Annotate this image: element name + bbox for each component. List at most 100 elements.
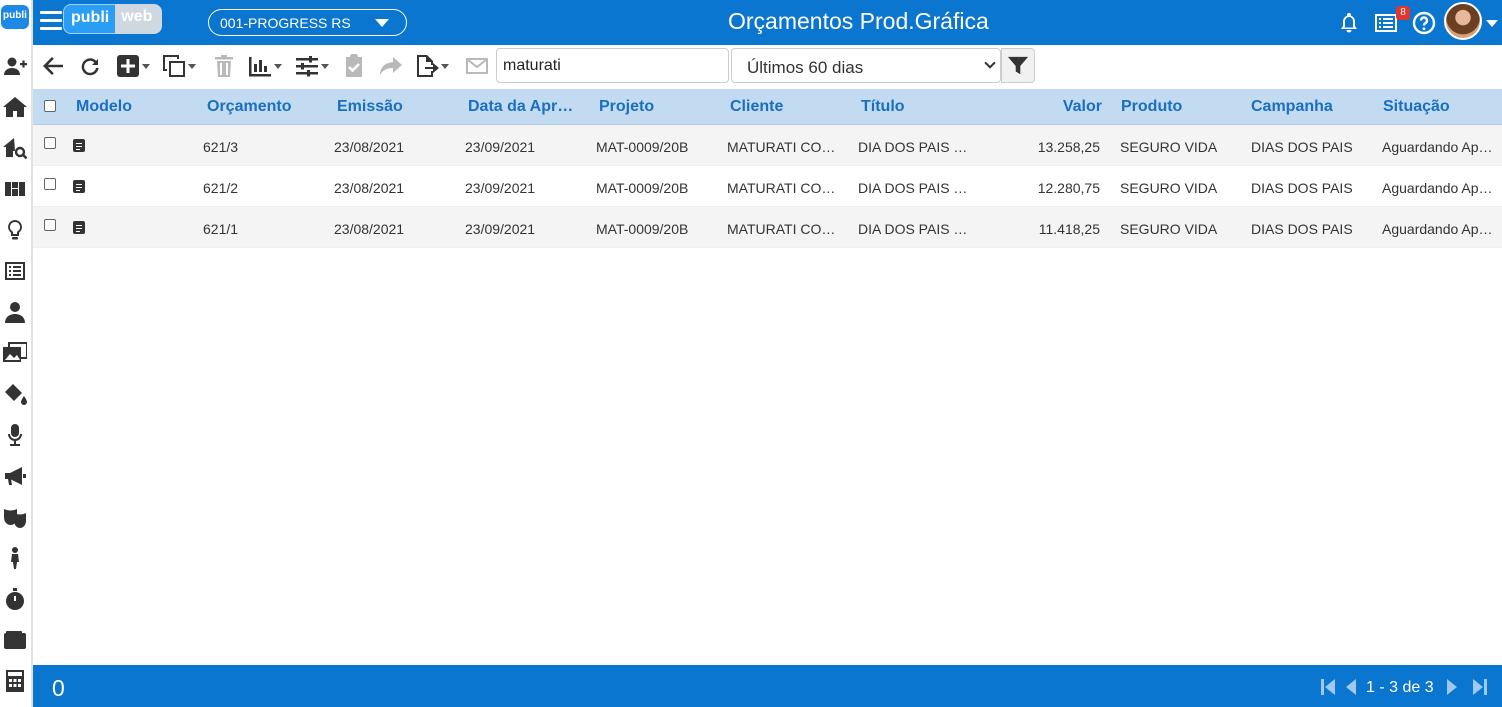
sidebar-logo[interactable]: publi xyxy=(1,5,29,29)
next-page-icon[interactable] xyxy=(1442,677,1462,702)
email-icon[interactable] xyxy=(465,54,489,78)
filter-icon xyxy=(1007,56,1029,74)
bell-icon[interactable] xyxy=(1337,11,1361,35)
back-arrow-icon[interactable] xyxy=(41,54,65,78)
column-header-cliente[interactable]: Cliente xyxy=(730,98,783,116)
microphone-icon[interactable] xyxy=(0,420,30,450)
select-all-checkbox[interactable] xyxy=(44,100,56,112)
footer-bar: 0 1 - 3 de 3 xyxy=(33,665,1502,707)
dashboard-icon[interactable] xyxy=(0,174,30,204)
cell-projeto: MAT-0009/20B xyxy=(596,139,689,155)
column-header-situacao[interactable]: Situação xyxy=(1383,98,1450,116)
cell-emissao: 23/08/2021 xyxy=(334,221,405,237)
home-icon[interactable] xyxy=(0,92,30,122)
refresh-icon[interactable] xyxy=(78,54,102,78)
sidebar: publi xyxy=(0,0,33,707)
column-header-titulo[interactable]: Título xyxy=(861,98,905,116)
home-search-icon[interactable] xyxy=(0,133,30,163)
cell-situacao: Aguardando Ap… xyxy=(1382,180,1493,196)
cell-projeto: MAT-0009/20B xyxy=(596,221,689,237)
brand-left-text: publi xyxy=(63,4,116,34)
column-header-campanha[interactable]: Campanha xyxy=(1251,98,1333,116)
document-icon[interactable] xyxy=(73,180,85,193)
company-select[interactable]: 001-PROGRESS RS xyxy=(208,9,407,36)
document-icon[interactable] xyxy=(73,139,85,152)
cell-cliente: MATURATI CO… xyxy=(727,139,836,155)
search-input[interactable] xyxy=(496,48,729,83)
cell-cliente: MATURATI CO… xyxy=(727,180,836,196)
document-icon[interactable] xyxy=(73,221,85,234)
column-header-produto[interactable]: Produto xyxy=(1121,98,1182,116)
export-dropdown-button[interactable] xyxy=(415,54,449,78)
add-dropdown-button[interactable] xyxy=(116,54,150,78)
table-row[interactable]: 621/2 23/08/2021 23/09/2021 MAT-0009/20B… xyxy=(33,166,1502,207)
cell-data-aprovacao: 23/09/2021 xyxy=(465,180,536,196)
column-header-projeto[interactable]: Projeto xyxy=(599,98,654,116)
calculator-icon[interactable] xyxy=(0,666,30,696)
cell-data-aprovacao: 23/09/2021 xyxy=(465,139,536,155)
add-user-icon[interactable] xyxy=(0,51,30,81)
trash-icon[interactable] xyxy=(212,54,236,78)
person-icon[interactable] xyxy=(0,543,30,573)
column-header-modelo[interactable]: Modelo xyxy=(76,98,132,116)
last-page-icon[interactable] xyxy=(1469,677,1489,702)
hamburger-menu-icon[interactable] xyxy=(40,11,62,33)
copy-dropdown-button[interactable] xyxy=(162,54,196,78)
column-header-orcamento[interactable]: Orçamento xyxy=(207,98,291,116)
table-row[interactable]: 621/3 23/08/2021 23/09/2021 MAT-0009/20B… xyxy=(33,125,1502,166)
avatar[interactable] xyxy=(1444,2,1482,40)
pagination-label: 1 - 3 de 3 xyxy=(1366,679,1434,696)
row-checkbox[interactable] xyxy=(44,178,56,190)
brand-logo[interactable]: publi web xyxy=(63,4,163,34)
caret-down-icon xyxy=(375,19,389,27)
paint-bucket-icon[interactable] xyxy=(0,379,30,409)
budgets-table: Modelo Orçamento Emissão Data da Apr… Pr… xyxy=(33,89,1502,248)
period-select-value: Últimos 60 dias xyxy=(747,58,864,77)
top-bar: publi web 001-PROGRESS RS Orçamentos Pro… xyxy=(33,0,1502,45)
row-checkbox[interactable] xyxy=(44,137,56,149)
selected-count: 0 xyxy=(52,675,65,701)
cell-emissao: 23/08/2021 xyxy=(334,139,405,155)
cell-valor: 13.258,25 xyxy=(1037,139,1100,155)
cell-data-aprovacao: 23/09/2021 xyxy=(465,221,536,237)
chevron-down-icon xyxy=(984,57,996,69)
first-page-icon[interactable] xyxy=(1319,677,1339,702)
caret-down-icon[interactable] xyxy=(1486,20,1498,27)
sliders-dropdown-button[interactable] xyxy=(295,54,329,78)
chart-dropdown-button[interactable] xyxy=(248,54,282,78)
cell-valor: 11.418,25 xyxy=(1038,221,1100,237)
previous-page-icon[interactable] xyxy=(1341,677,1361,702)
column-header-valor[interactable]: Valor xyxy=(1063,98,1102,116)
period-select[interactable]: Últimos 60 dias xyxy=(731,48,1001,83)
megaphone-icon[interactable] xyxy=(0,461,30,491)
cell-campanha: DIAS DOS PAIS xyxy=(1251,139,1353,155)
people-icon[interactable] xyxy=(0,297,30,327)
cell-emissao: 23/08/2021 xyxy=(334,180,405,196)
cell-cliente: MATURATI CO… xyxy=(727,221,836,237)
cell-titulo: DIA DOS PAIS … xyxy=(858,139,968,155)
cell-titulo: DIA DOS PAIS … xyxy=(858,221,968,237)
table-header: Modelo Orçamento Emissão Data da Apr… Pr… xyxy=(33,89,1502,125)
table-row[interactable]: 621/1 23/08/2021 23/09/2021 MAT-0009/20B… xyxy=(33,207,1502,248)
cell-orcamento: 621/3 xyxy=(203,139,239,155)
cell-produto: SEGURO VIDA xyxy=(1120,139,1218,155)
cell-orcamento: 621/2 xyxy=(203,180,239,196)
share-arrow-icon[interactable] xyxy=(379,54,403,78)
filter-button[interactable] xyxy=(1001,48,1035,83)
column-header-emissao[interactable]: Emissão xyxy=(337,98,403,116)
tasks-list-icon[interactable] xyxy=(1374,11,1398,35)
toolbar: Últimos 60 dias xyxy=(33,45,1502,89)
column-header-data-aprovacao[interactable]: Data da Apr… xyxy=(468,98,573,116)
lightbulb-icon[interactable] xyxy=(0,215,30,245)
clipboard-check-icon[interactable] xyxy=(342,54,366,78)
stopwatch-icon[interactable] xyxy=(0,584,30,614)
media-icon[interactable] xyxy=(0,338,30,368)
wallet-icon[interactable] xyxy=(0,625,30,655)
list-icon[interactable] xyxy=(0,256,30,286)
help-icon[interactable] xyxy=(1412,11,1436,35)
notification-badge: 8 xyxy=(1396,6,1410,20)
theater-masks-icon[interactable] xyxy=(0,502,30,532)
cell-produto: SEGURO VIDA xyxy=(1120,180,1218,196)
row-checkbox[interactable] xyxy=(44,219,56,231)
company-select-value: 001-PROGRESS RS xyxy=(220,15,351,31)
